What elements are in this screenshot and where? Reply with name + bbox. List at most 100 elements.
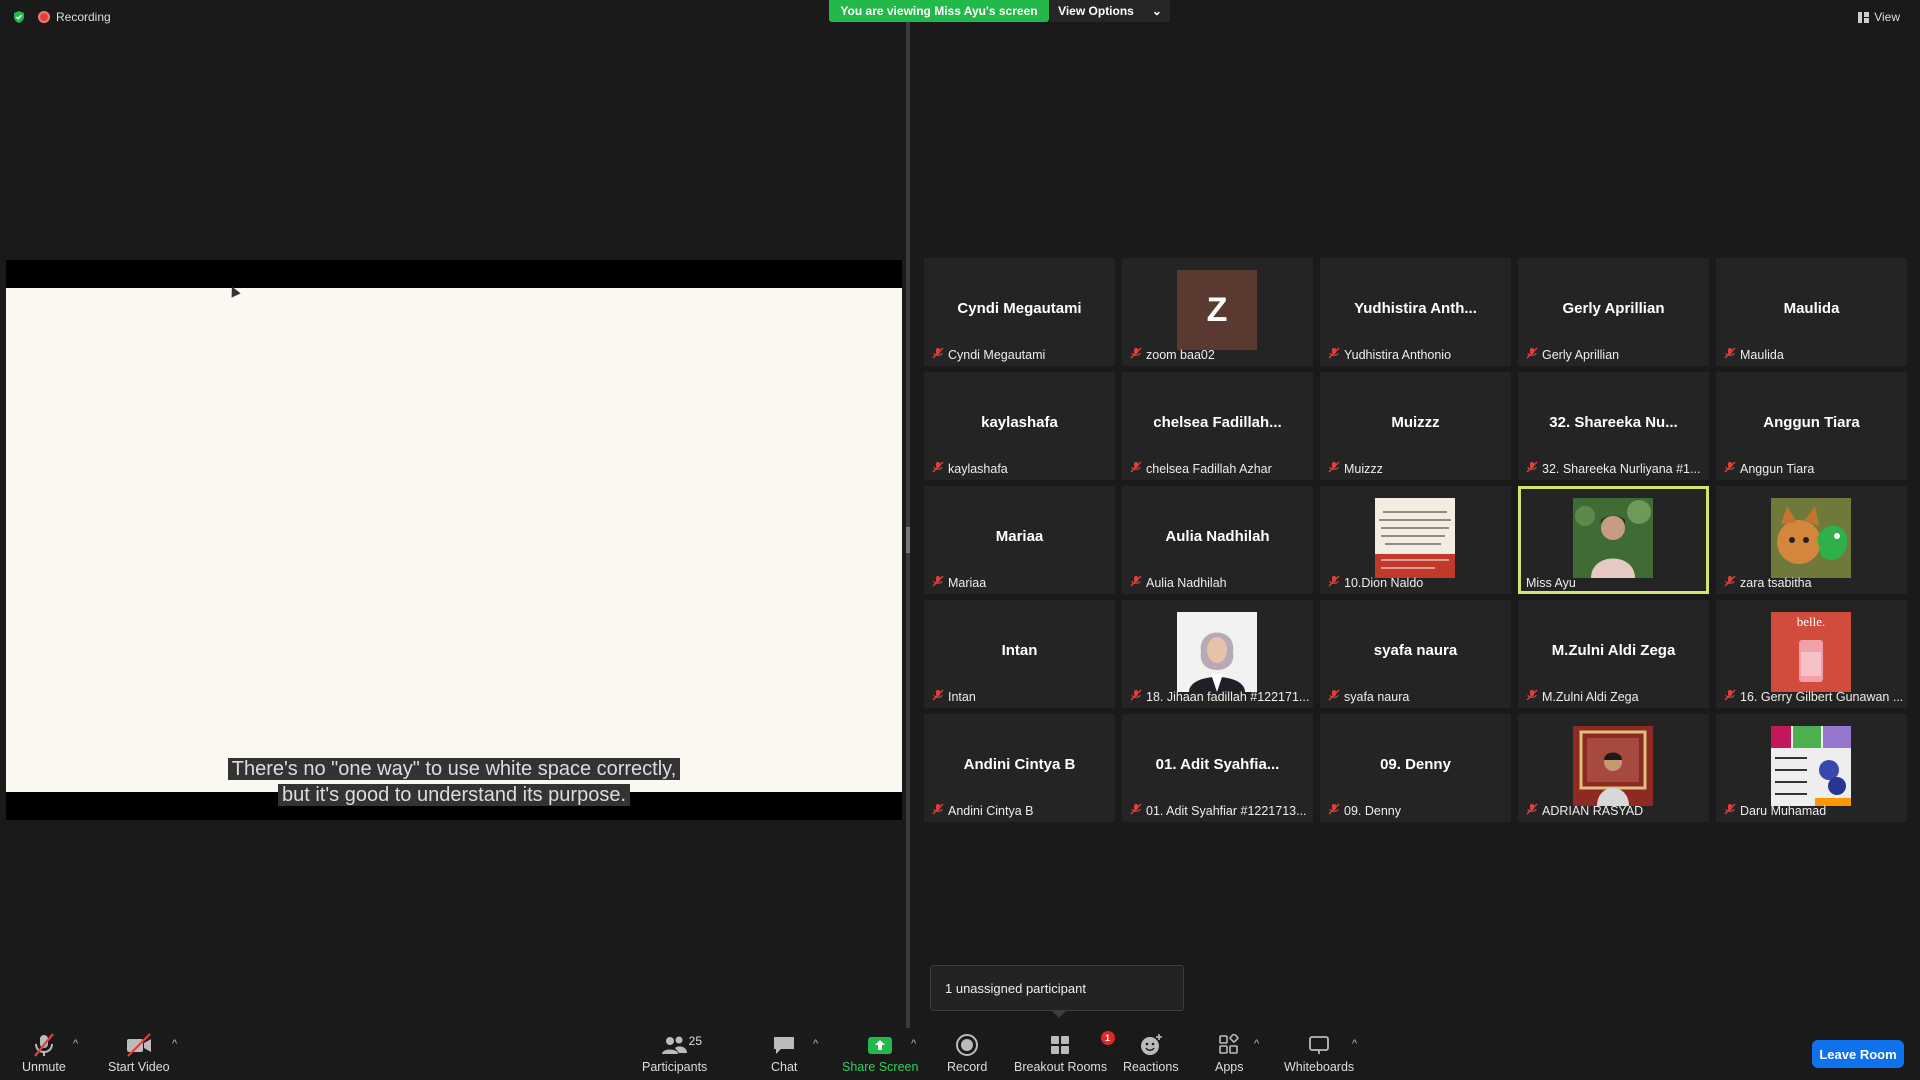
avatar (1771, 726, 1851, 806)
participant-name-label: zoom baa02 (1146, 347, 1215, 362)
participant-tile[interactable]: 32. Shareeka Nu... 32. Shareeka Nurliyana… (1518, 372, 1709, 480)
unassigned-participant-tooltip[interactable]: 1 unassigned participant (930, 965, 1184, 1011)
participant-footer: zara tsabitha (1724, 575, 1903, 590)
chat-options-caret-icon[interactable]: ^ (813, 1038, 818, 1050)
record-icon (956, 1034, 979, 1056)
avatar (1573, 498, 1653, 578)
participant-tile[interactable]: Intan Intan (924, 600, 1115, 708)
avatar (1177, 612, 1257, 692)
mic-muted-icon (932, 461, 944, 476)
participant-tile[interactable]: belle. 16. Gerry Gilbert Gunawan ... (1716, 600, 1907, 708)
whiteboards-button[interactable]: Whiteboards (1284, 1030, 1354, 1074)
split-divider[interactable] (906, 22, 910, 1028)
participant-tile[interactable]: kaylashafa kaylashafa (924, 372, 1115, 480)
unmute-button[interactable]: Unmute (22, 1030, 66, 1074)
participant-footer: zoom baa02 (1130, 347, 1309, 362)
unassigned-text: 1 unassigned participant (945, 980, 1086, 996)
participant-tile[interactable]: Daru Muhamad (1716, 714, 1907, 822)
start-video-label: Start Video (108, 1060, 170, 1074)
caption-line-2: but it's good to understand its purpose. (277, 784, 631, 806)
mic-muted-icon (1130, 347, 1142, 362)
participant-tile[interactable]: M.Zulni Aldi Zega M.Zulni Aldi Zega (1518, 600, 1709, 708)
participants-label: Participants (642, 1060, 708, 1074)
whiteboards-options-caret-icon[interactable]: ^ (1352, 1038, 1357, 1050)
mic-muted-icon (1724, 689, 1736, 704)
breakout-rooms-button[interactable]: 1 Breakout Rooms (1014, 1030, 1115, 1074)
share-screen-button[interactable]: Share Screen (842, 1030, 918, 1074)
leave-room-button[interactable]: Leave Room (1812, 1040, 1904, 1068)
participant-tile[interactable]: 09. Denny 09. Denny (1320, 714, 1511, 822)
participant-tile[interactable]: 10.Dion Naldo (1320, 486, 1511, 594)
participant-name-label: Intan (948, 689, 976, 704)
participants-button[interactable]: 25 Participants (642, 1030, 707, 1074)
participant-tile[interactable]: zara tsabitha (1716, 486, 1907, 594)
participant-display-name: Andini Cintya B (963, 756, 1076, 773)
video-options-caret-icon[interactable]: ^ (172, 1038, 177, 1050)
participant-display-name: Gerly Aprillian (1562, 300, 1665, 317)
participant-footer: 16. Gerry Gilbert Gunawan ... (1724, 689, 1903, 704)
mic-muted-icon (1724, 461, 1736, 476)
participant-tile[interactable]: Cyndi Megautami Cyndi Megautami (924, 258, 1115, 366)
participant-tile[interactable]: Yudhistira Anth... Yudhistira Anthonio (1320, 258, 1511, 366)
participant-tile[interactable]: 18. Jihaan fadillah #122171... (1122, 600, 1313, 708)
participant-tile[interactable]: Anggun Tiara Anggun Tiara (1716, 372, 1907, 480)
participant-tile[interactable]: Maulida Maulida (1716, 258, 1907, 366)
view-options-label: View Options (1058, 4, 1134, 18)
participant-footer: Mariaa (932, 575, 1111, 590)
reactions-button[interactable]: Reactions (1123, 1030, 1179, 1074)
participant-display-name: chelsea Fadillah... (1153, 414, 1282, 431)
participant-tile[interactable]: Miss Ayu (1518, 486, 1709, 594)
participant-tile[interactable]: Gerly Aprillian Gerly Aprillian (1518, 258, 1709, 366)
mic-muted-icon (1328, 803, 1340, 818)
participant-tile[interactable]: ADRIAN RASYAD (1518, 714, 1709, 822)
avatar-brand-text: belle. (1796, 614, 1826, 629)
mic-muted-icon (1130, 461, 1142, 476)
participant-tile[interactable]: Andini Cintya B Andini Cintya B (924, 714, 1115, 822)
closed-caption: There's no "one way" to use white space … (6, 756, 902, 808)
view-options-button[interactable]: View Options ⌄ (1050, 0, 1170, 22)
participant-name-label: Maulida (1740, 347, 1784, 362)
participant-tile[interactable]: Aulia Nadhilah Aulia Nadhilah (1122, 486, 1313, 594)
share-options-caret-icon[interactable]: ^ (911, 1038, 916, 1050)
breakout-rooms-label: Breakout Rooms (1014, 1060, 1108, 1074)
participant-name-label: Muizzz (1344, 461, 1383, 476)
participant-name-label: 01. Adit Syahfiar #1221713... (1146, 803, 1307, 818)
participant-tile[interactable]: Zzoom baa02 (1122, 258, 1313, 366)
participant-name-label: chelsea Fadillah Azhar (1146, 461, 1272, 476)
participant-footer: Anggun Tiara (1724, 461, 1903, 476)
grid-view-icon (1858, 11, 1870, 23)
participant-footer: 09. Denny (1328, 803, 1507, 818)
shared-screen[interactable]: There's no "one way" to use white space … (6, 260, 902, 820)
apps-button[interactable]: Apps (1215, 1030, 1244, 1074)
recording-dot-icon (38, 11, 50, 23)
start-video-button[interactable]: Start Video (108, 1030, 170, 1074)
top-status: Recording (12, 10, 111, 24)
participant-tile[interactable]: Mariaa Mariaa (924, 486, 1115, 594)
recording-indicator[interactable]: Recording (38, 10, 111, 24)
view-button[interactable]: View (1858, 10, 1900, 24)
participant-footer: Andini Cintya B (932, 803, 1111, 818)
participant-footer: 18. Jihaan fadillah #122171... (1130, 689, 1309, 704)
participant-tile[interactable]: Muizzz Muizzz (1320, 372, 1511, 480)
view-label: View (1874, 10, 1900, 24)
security-shield-icon[interactable] (12, 10, 26, 24)
participant-footer: Gerly Aprillian (1526, 347, 1705, 362)
audio-options-caret-icon[interactable]: ^ (73, 1038, 78, 1050)
participant-footer: Daru Muhamad (1724, 803, 1903, 818)
avatar: Z (1177, 270, 1257, 350)
participant-tile[interactable]: chelsea Fadillah... chelsea Fadillah Azha… (1122, 372, 1313, 480)
participant-name-label: 32. Shareeka Nurliyana #1... (1542, 461, 1701, 476)
participant-footer: chelsea Fadillah Azhar (1130, 461, 1309, 476)
participant-name-label: Cyndi Megautami (948, 347, 1046, 362)
caption-line-1: There's no "one way" to use white space … (227, 758, 681, 780)
chat-button[interactable]: Chat (771, 1030, 797, 1074)
mic-muted-icon (1130, 575, 1142, 590)
participant-tile[interactable]: syafa naura syafa naura (1320, 600, 1511, 708)
divider-handle[interactable] (906, 527, 910, 553)
participant-tile[interactable]: 01. Adit Syahfia... 01. Adit Syahfiar #12… (1122, 714, 1313, 822)
gallery-grid: Cyndi Megautami Cyndi Megautami Zzoom baa0… (924, 258, 1907, 822)
mic-muted-icon (1724, 347, 1736, 362)
apps-options-caret-icon[interactable]: ^ (1254, 1038, 1259, 1050)
mic-muted-icon (1130, 689, 1142, 704)
record-button[interactable]: Record (947, 1030, 987, 1074)
